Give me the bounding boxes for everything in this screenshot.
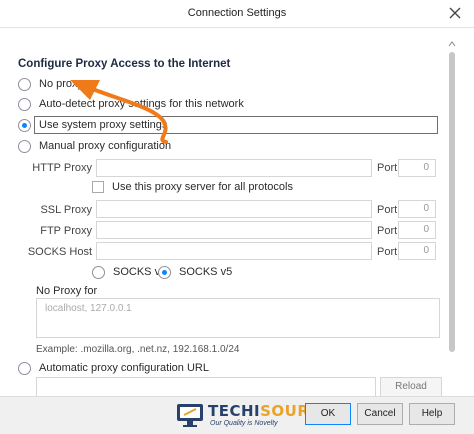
scroll-up-icon[interactable]: [448, 40, 456, 48]
brand-part-1: TECHI: [208, 402, 261, 420]
radio-label: SOCKS v5: [179, 266, 233, 278]
ftp-port-label: Port: [377, 225, 398, 237]
help-button[interactable]: Help: [409, 403, 455, 425]
ssl-proxy-label: SSL Proxy: [40, 204, 92, 216]
use-for-all-checkbox[interactable]: [92, 181, 104, 193]
radio-system-proxy[interactable]: Use system proxy settings: [18, 117, 167, 133]
no-proxy-for-label: No Proxy for: [36, 285, 98, 297]
window-title: Connection Settings: [187, 7, 287, 19]
radio-label: No proxy: [39, 78, 84, 90]
vertical-scrollbar[interactable]: [448, 40, 456, 396]
ftp-port-input[interactable]: 0: [398, 221, 436, 239]
auto-proxy-url-input[interactable]: [36, 377, 376, 397]
watermark-brand: TECHISOURS: [208, 402, 321, 420]
radio-label: Auto-detect proxy settings for this netw…: [39, 98, 244, 110]
watermark-logo: TECHISOURS Our Quality is Novelty: [172, 400, 320, 432]
cancel-button[interactable]: Cancel: [357, 403, 403, 425]
radio-button-selected[interactable]: [18, 118, 31, 132]
ftp-proxy-input[interactable]: [96, 221, 372, 239]
radio-label: Automatic proxy configuration URL: [39, 362, 209, 374]
radio-socks-v4[interactable]: SOCKS v4: [92, 264, 166, 280]
socks-port-label: Port: [377, 246, 398, 258]
socks-host-input[interactable]: [96, 242, 372, 260]
radio-no-proxy[interactable]: No proxy: [18, 76, 83, 92]
dialog-content: Configure Proxy Access to the Internet N…: [0, 28, 474, 397]
http-port-input[interactable]: 0: [398, 159, 436, 177]
radio-button-selected[interactable]: [158, 265, 171, 279]
section-heading: Configure Proxy Access to the Internet: [18, 58, 231, 70]
watermark-tagline: Our Quality is Novelty: [210, 420, 278, 427]
http-proxy-input[interactable]: [96, 159, 372, 177]
ssl-port-input[interactable]: 0: [398, 200, 436, 218]
radio-auto-proxy-url[interactable]: Automatic proxy configuration URL: [18, 360, 209, 376]
title-bar: Connection Settings: [0, 0, 474, 28]
radio-button[interactable]: [18, 361, 31, 375]
radio-button[interactable]: [18, 77, 31, 91]
radio-label: Use system proxy settings: [39, 119, 168, 131]
radio-button[interactable]: [18, 97, 31, 111]
ok-button[interactable]: OK: [305, 403, 351, 425]
radio-auto-detect[interactable]: Auto-detect proxy settings for this netw…: [18, 96, 244, 112]
socks-port-input[interactable]: 0: [398, 242, 436, 260]
no-proxy-for-textarea[interactable]: localhost, 127.0.0.1: [36, 298, 440, 338]
reload-button[interactable]: Reload: [380, 377, 442, 397]
radio-button[interactable]: [18, 139, 31, 153]
ssl-port-label: Port: [377, 204, 398, 216]
monitor-logo-icon: [177, 404, 203, 427]
scrollbar-thumb[interactable]: [449, 52, 455, 352]
http-port-label: Port: [377, 162, 398, 174]
radio-socks-v5[interactable]: SOCKS v5: [158, 264, 232, 280]
radio-label: Manual proxy configuration: [39, 140, 172, 152]
radio-manual-proxy[interactable]: Manual proxy configuration: [18, 138, 171, 154]
ssl-proxy-input[interactable]: [96, 200, 372, 218]
use-for-all-label: Use this proxy server for all protocols: [112, 181, 293, 193]
socks-host-label: SOCKS Host: [27, 246, 92, 258]
http-proxy-label: HTTP Proxy: [32, 162, 92, 174]
no-proxy-example: Example: .mozilla.org, .net.nz, 192.168.…: [36, 344, 240, 355]
use-for-all-checkbox-row[interactable]: Use this proxy server for all protocols: [92, 181, 293, 193]
radio-button[interactable]: [92, 265, 105, 279]
dialog-footer: TECHISOURS Our Quality is Novelty OK Can…: [0, 396, 474, 434]
ftp-proxy-label: FTP Proxy: [40, 225, 92, 237]
close-icon[interactable]: [448, 6, 462, 20]
